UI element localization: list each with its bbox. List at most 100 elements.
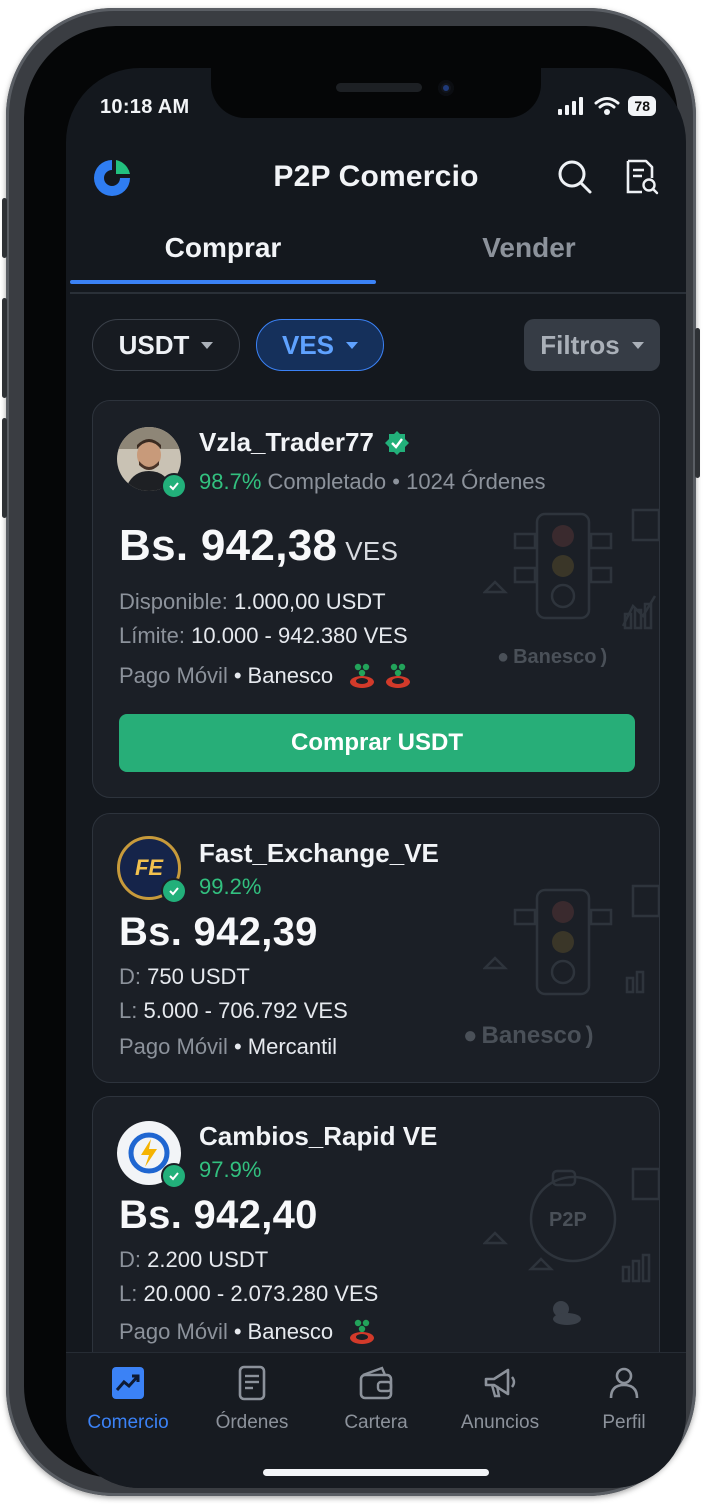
nav-label: Órdenes (215, 1412, 289, 1433)
payment-method: Pago Móvil (119, 663, 228, 688)
speaker (336, 83, 422, 92)
nav-ordenes[interactable]: Órdenes (190, 1365, 314, 1434)
payment-methods: Pago Móvil • Banesco (119, 661, 413, 691)
status-icons: 78 (558, 96, 656, 116)
price-currency: VES (345, 536, 399, 566)
nav-label: Anuncios (460, 1412, 540, 1433)
trader-name[interactable]: Fast_Exchange_VE (199, 838, 439, 869)
phone-side-button (2, 298, 7, 398)
order-search-icon[interactable] (622, 158, 660, 196)
verified-icon (384, 430, 409, 455)
buy-usdt-button[interactable]: Comprar USDT (119, 714, 635, 772)
tab-vender[interactable]: Vender (376, 232, 682, 264)
payment-methods: Pago Móvil • Mercantil (119, 1034, 337, 1060)
verified-badge-icon (161, 878, 187, 904)
payment-methods: Pago Móvil • Banesco (119, 1317, 377, 1347)
tab-label: Vender (482, 232, 576, 263)
available-label: D: (119, 964, 141, 989)
completion-rate: 97.9% (199, 1157, 262, 1182)
asset-selector[interactable]: USDT (92, 319, 240, 371)
available-amount: Disponible: 1.000,00 USDT (119, 589, 386, 615)
payment-bank: Mercantil (247, 1034, 338, 1059)
completion-label: Completado (267, 469, 387, 494)
offer-card[interactable]: ● Banesco ) FE Fast_Exchange_VE 99.2% Bs… (92, 813, 660, 1083)
bottom-nav: Comercio Órdenes Cartera Anuncios Perfil (66, 1352, 686, 1488)
offer-card[interactable]: P2P Cambios_Rapid VE 97.9% Bs. 942,40 D:… (92, 1096, 660, 1396)
notch (211, 68, 541, 118)
trader-name-label: Vzla_Trader77 (199, 427, 374, 457)
limit-range: Límite: 10.000 - 942.380 VES (119, 623, 408, 649)
chevron-down-icon (631, 341, 644, 349)
stats-separator: • (392, 469, 400, 494)
filters-button[interactable]: Filtros (524, 319, 660, 371)
available-label: Disponible: (119, 589, 228, 614)
payment-separator: • (233, 1034, 242, 1059)
nav-cartera[interactable]: Cartera (314, 1365, 438, 1434)
nav-anuncios[interactable]: Anuncios (438, 1365, 562, 1434)
wifi-icon (594, 97, 620, 115)
trader-stats: 97.9% (199, 1157, 261, 1183)
phone-side-button (2, 198, 7, 258)
bank-watermark-label: Banesco (481, 1022, 582, 1049)
status-time: 10:18 AM (100, 96, 190, 118)
banesco-icon (386, 663, 411, 688)
nav-label: Comercio (87, 1412, 169, 1433)
chevron-down-icon (201, 341, 214, 349)
screen: 10:18 AM 78 P2P Comercio Comprar Vender … (66, 68, 686, 1488)
trader-name[interactable]: Vzla_Trader77 (199, 427, 410, 458)
order-count: 1024 Órdenes (406, 469, 546, 494)
nav-label: Perfil (602, 1412, 646, 1433)
available-amount: D: 750 USDT (119, 964, 250, 990)
search-icon[interactable] (556, 158, 594, 196)
traffic-light-art-icon (483, 884, 659, 996)
offer-price: Bs. 942,38 VES (119, 521, 398, 571)
trader-name[interactable]: Cambios_Rapid VE (199, 1121, 437, 1152)
offer-price: Bs. 942,40 (119, 1193, 318, 1237)
offer-price-value: Bs. 942,38 (119, 521, 338, 570)
avatar-initials: FE (134, 855, 164, 880)
megaphone-icon (484, 1368, 516, 1398)
nav-comercio[interactable]: Comercio (66, 1365, 190, 1434)
trader-stats: 99.2% (199, 874, 261, 900)
header: P2P Comercio (66, 150, 686, 206)
banesco-swoosh-icon: ) (600, 646, 608, 668)
limit-range: L: 20.000 - 2.073.280 VES (119, 1281, 378, 1307)
phone-frame: 10:18 AM 78 P2P Comercio Comprar Vender … (2, 8, 700, 1496)
filters-button-label: Filtros (540, 329, 620, 360)
nav-label: Cartera (344, 1412, 408, 1433)
chevron-down-icon (346, 341, 359, 349)
available-amount: D: 2.200 USDT (119, 1247, 268, 1273)
document-icon (238, 1365, 266, 1401)
phone-side-button (2, 418, 7, 518)
offer-price: Bs. 942,39 (119, 910, 318, 954)
phone-bezel: 10:18 AM 78 P2P Comercio Comprar Vender … (24, 26, 686, 1488)
limit-value: 10.000 - 942.380 VES (191, 623, 408, 648)
wallet-icon (359, 1366, 393, 1400)
payment-bank: Banesco (247, 663, 334, 688)
fiat-selector[interactable]: VES (256, 319, 384, 371)
trader-name-label: Cambios_Rapid VE (199, 1121, 438, 1151)
tab-label: Comprar (164, 232, 282, 263)
limit-value: 5.000 - 706.792 VES (143, 998, 348, 1023)
offer-card[interactable]: ● Banesco ) Vzla_Trader77 98.7% Completa… (92, 400, 660, 798)
nav-perfil[interactable]: Perfil (562, 1365, 686, 1434)
traffic-light-art-icon (483, 508, 659, 630)
asset-selector-label: USDT (118, 329, 190, 360)
p2p-cycle-art-icon (483, 1167, 659, 1325)
payment-method: Pago Móvil (119, 1034, 228, 1059)
bank-watermark: ● Banesco ) (497, 646, 607, 669)
battery-indicator: 78 (628, 96, 656, 116)
camera (438, 80, 454, 96)
completion-rate: 98.7% (199, 469, 262, 494)
p2p-watermark: P2P (549, 1209, 587, 1231)
limit-value: 20.000 - 2.073.280 VES (143, 1281, 379, 1306)
signal-icon (558, 97, 584, 115)
bank-watermark: ● Banesco ) (463, 1022, 594, 1050)
banesco-logo-icon: ● (497, 646, 510, 668)
tab-comprar[interactable]: Comprar (70, 232, 376, 284)
bank-watermark-label: Banesco (513, 646, 597, 668)
home-indicator[interactable] (263, 1469, 489, 1476)
payment-separator: • (233, 1319, 242, 1344)
available-value: 750 USDT (147, 964, 250, 989)
banesco-swoosh-icon: ) (585, 1022, 594, 1049)
